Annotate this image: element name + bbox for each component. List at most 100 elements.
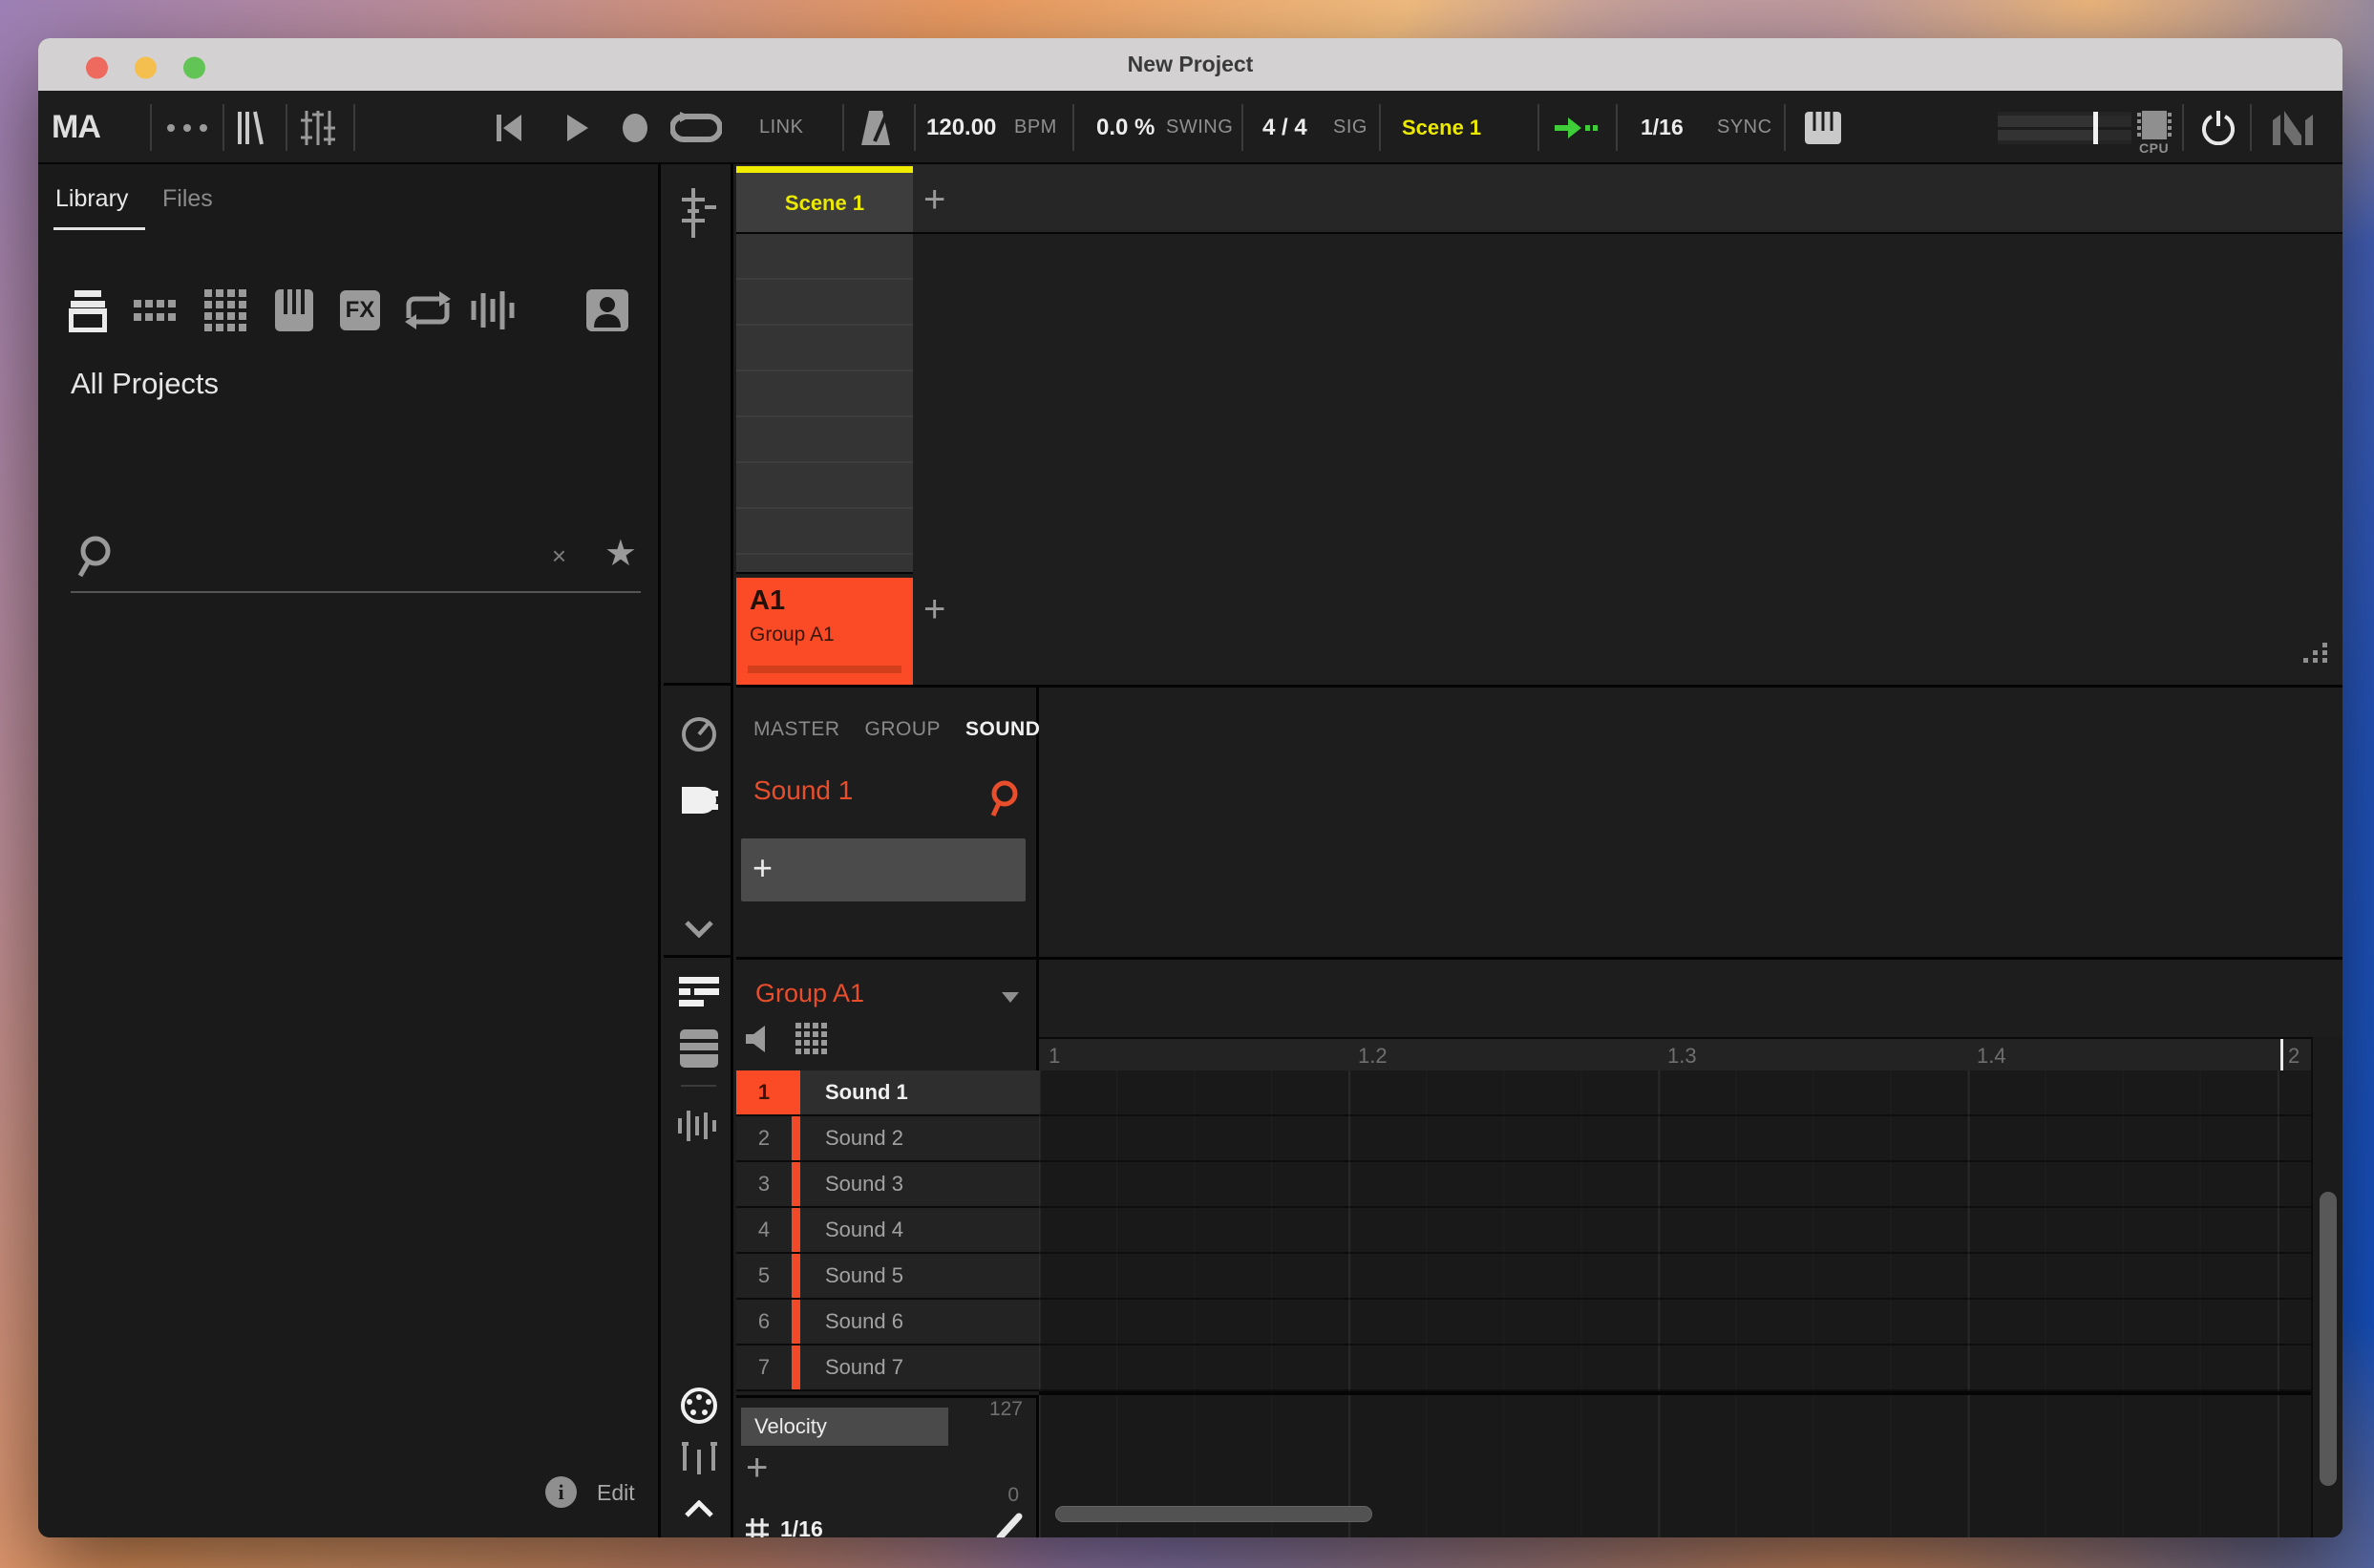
menu-ellipsis-icon[interactable] <box>167 91 207 164</box>
control-left-column: MASTER GROUP SOUND Sound 1 + <box>736 688 1040 957</box>
tab-library[interactable]: Library <box>55 185 128 213</box>
sync-label: SYNC <box>1717 117 1772 138</box>
macro-knob-icon[interactable] <box>664 715 733 753</box>
filter-groups-icon[interactable] <box>134 286 178 334</box>
arrange-view-icon[interactable] <box>664 977 733 1011</box>
tab-sound[interactable]: SOUND <box>965 718 1040 741</box>
search-input[interactable] <box>128 536 510 578</box>
titlebar[interactable]: New Project <box>38 38 2342 91</box>
horizontal-scrollbar[interactable] <box>1055 1506 1372 1522</box>
cpu-meter: CPU <box>2136 111 2172 156</box>
volume-handle[interactable] <box>2093 111 2098 144</box>
sig-value[interactable]: 4 / 4 <box>1262 115 1307 141</box>
sound-list: 1 Sound 1 2 Sound 2 3 Sound 3 4 Sound 4 … <box>736 1070 1039 1391</box>
add-group-button[interactable]: + <box>923 590 945 628</box>
filter-oneshots-icon[interactable] <box>470 286 518 334</box>
timeline-ruler[interactable]: 1 1.2 1.3 1.4 2 <box>1039 1037 2311 1070</box>
pattern-group-name[interactable]: Group A1 <box>755 979 864 1008</box>
group-a1-block[interactable]: A1 Group A1 <box>736 578 913 685</box>
sound-row[interactable]: 4 Sound 4 <box>736 1208 1039 1254</box>
sync-value[interactable]: 1/16 <box>1641 115 1684 140</box>
plugin-slot[interactable]: + <box>741 838 1026 901</box>
master-volume-slider[interactable] <box>1998 91 2131 164</box>
group-level-meter <box>748 666 901 673</box>
sampler-wave-icon[interactable] <box>664 1109 733 1143</box>
link-button[interactable]: LINK <box>759 117 803 138</box>
edit-button[interactable]: Edit <box>597 1480 635 1506</box>
follow-playhead-icon[interactable] <box>1555 91 1602 164</box>
ruler-tick: 1 <box>1049 1044 1061 1068</box>
bpm-value[interactable]: 120.00 <box>926 115 996 141</box>
swing-label: SWING <box>1166 117 1234 138</box>
scene-tab[interactable]: Scene 1 <box>736 166 913 232</box>
sound-row[interactable]: 5 Sound 5 <box>736 1254 1039 1300</box>
filter-instruments-icon[interactable] <box>275 286 313 334</box>
ni-logo <box>2273 91 2321 164</box>
filter-projects-icon[interactable] <box>69 286 107 334</box>
lane-max-value: 127 <box>988 1398 1023 1420</box>
metronome-icon[interactable] <box>859 91 892 164</box>
browser-toggle-icon[interactable] <box>236 91 266 164</box>
sound-row[interactable]: 1 Sound 1 <box>736 1070 1039 1116</box>
record-icon[interactable] <box>621 91 649 164</box>
chevron-down-icon[interactable] <box>664 921 733 938</box>
swing-value[interactable]: 0.0 % <box>1096 115 1155 141</box>
ruler-tick: 1.4 <box>1977 1044 2006 1068</box>
side-icon-strip <box>664 164 733 1537</box>
mixer-toggle-icon[interactable] <box>301 91 335 164</box>
add-scene-button[interactable]: + <box>923 180 945 219</box>
resize-grip[interactable] <box>2303 643 2330 663</box>
play-icon[interactable] <box>565 91 590 164</box>
pattern-grid[interactable] <box>1039 1070 2311 1537</box>
search-clear-icon[interactable]: × <box>552 541 566 571</box>
pattern-grid-rowlines <box>1039 1070 2311 1393</box>
search-bar[interactable]: × ★ <box>71 530 643 589</box>
add-plugin-button[interactable]: + <box>752 851 773 885</box>
user-content-icon[interactable] <box>586 286 628 334</box>
ruler-tick: 2 <box>2288 1044 2300 1068</box>
filter-loops-icon[interactable] <box>403 286 453 334</box>
restart-icon[interactable] <box>495 91 523 164</box>
grid-step-icon[interactable] <box>746 1517 769 1537</box>
grid-value[interactable]: 1/16 <box>780 1516 823 1537</box>
sound-row[interactable]: 7 Sound 7 <box>736 1346 1039 1391</box>
pattern-slot-column[interactable] <box>736 234 913 574</box>
chevron-up-icon[interactable] <box>664 1500 733 1517</box>
filter-effects-icon[interactable]: FX <box>340 286 380 334</box>
pads-grid-icon[interactable] <box>795 1023 828 1055</box>
group-dropdown-icon[interactable] <box>1002 992 1019 1003</box>
audio-engine-power-icon[interactable] <box>2202 91 2235 164</box>
midi-din-icon[interactable] <box>664 1387 733 1425</box>
scene-indicator[interactable]: Scene 1 <box>1402 116 1481 140</box>
keyboard-view-icon[interactable] <box>664 1029 733 1068</box>
plugin-plug-icon[interactable] <box>664 779 733 821</box>
sound-row[interactable]: 2 Sound 2 <box>736 1116 1039 1162</box>
loop-icon[interactable] <box>670 91 722 164</box>
tab-master[interactable]: MASTER <box>753 718 840 741</box>
lane-min-value: 0 <box>1007 1484 1019 1506</box>
speaker-icon[interactable] <box>746 1026 771 1052</box>
filter-sounds-icon[interactable] <box>204 286 246 334</box>
ruler-tick: 1.2 <box>1358 1044 1388 1068</box>
pattern-section: Group A1 1 1.2 1.3 1.4 2 1 Sound 1 2 Sou… <box>736 957 2342 1537</box>
keyboard-mode-icon[interactable] <box>1805 91 1841 164</box>
pattern-header-left: Group A1 <box>736 960 1039 1070</box>
favorites-star-icon[interactable]: ★ <box>604 532 637 575</box>
quick-browse-icon[interactable] <box>988 779 1023 817</box>
arranger-settings-icon[interactable] <box>664 188 733 238</box>
vertical-scrollbar[interactable] <box>2320 1192 2337 1486</box>
step-mode-icon[interactable] <box>664 1442 733 1474</box>
search-icon <box>76 534 118 580</box>
tab-group[interactable]: GROUP <box>865 718 942 741</box>
scrollbar-gutter <box>2311 1037 2342 1537</box>
maschine-logo: MA <box>52 109 101 145</box>
sound-name-label[interactable]: Sound 1 <box>753 775 853 806</box>
tab-files[interactable]: Files <box>162 185 213 213</box>
sound-row[interactable]: 3 Sound 3 <box>736 1162 1039 1208</box>
pencil-icon[interactable] <box>996 1513 1025 1537</box>
sound-row[interactable]: 6 Sound 6 <box>736 1300 1039 1346</box>
velocity-lane-selector[interactable]: Velocity <box>741 1408 948 1446</box>
pattern-end-marker[interactable] <box>2280 1039 2283 1070</box>
add-lane-button[interactable]: + <box>746 1449 768 1487</box>
info-icon[interactable]: i <box>545 1476 577 1508</box>
